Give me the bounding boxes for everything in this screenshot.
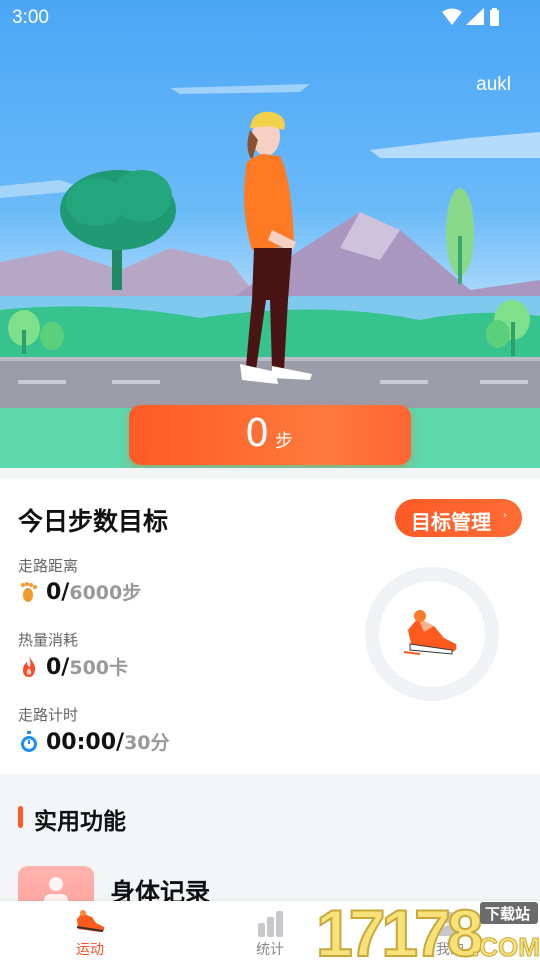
calories-label: 热量消耗	[18, 631, 79, 649]
footprint-icon	[21, 582, 37, 602]
daily-goal-title: 今日步数目标	[18, 507, 169, 536]
walk-time-goal: 30分	[124, 732, 170, 754]
svg-text:下载站: 下载站	[485, 905, 530, 923]
step-count-value: 0	[245, 411, 270, 455]
sneaker-icon	[76, 910, 105, 932]
signal-icon	[466, 8, 484, 25]
sneaker-icon	[403, 610, 457, 655]
status-bar: 3:00	[0, 0, 540, 36]
wifi-icon	[442, 8, 462, 25]
goal-progress-ring	[365, 567, 499, 701]
svg-text:17178: 17178	[316, 898, 482, 960]
site-watermark-logo: 17178 下载站 .COM	[315, 898, 540, 960]
battery-icon	[490, 8, 499, 26]
tab-stats-label: 统计	[256, 942, 284, 958]
flame-icon	[23, 657, 36, 677]
step-count-banner: 0 步	[129, 405, 411, 465]
tab-sport[interactable]: 运动	[40, 901, 140, 960]
tab-stats[interactable]: 统计	[220, 901, 320, 960]
features-title: 实用功能	[34, 809, 126, 835]
distance-label: 走路距离	[18, 557, 79, 575]
calories-goal: 500卡	[69, 657, 129, 679]
goal-management-label: 目标管理	[411, 510, 491, 534]
status-icons	[442, 8, 499, 26]
bar-chart-icon	[258, 911, 283, 937]
status-time: 3:00	[12, 7, 49, 28]
walk-time-value: 00:00/	[46, 730, 125, 755]
distance-goal: 6000步	[69, 582, 142, 604]
walk-time-label: 走路计时	[18, 706, 79, 724]
calories-value: 0/	[46, 655, 70, 680]
username[interactable]: aukl	[476, 74, 511, 96]
section-accent-bar	[18, 806, 23, 828]
svg-text:.COM: .COM	[472, 932, 540, 960]
stopwatch-icon	[21, 731, 37, 752]
chevron-right-icon: ›	[503, 510, 507, 521]
tab-sport-label: 运动	[76, 942, 104, 958]
step-count-unit: 步	[275, 431, 293, 452]
hero-banner: 3:00 aukl 0 步	[0, 0, 540, 468]
walking-scene-illustration	[0, 84, 540, 468]
distance-value: 0/	[46, 580, 70, 605]
goal-management-button[interactable]: 目标管理 ›	[395, 499, 522, 537]
